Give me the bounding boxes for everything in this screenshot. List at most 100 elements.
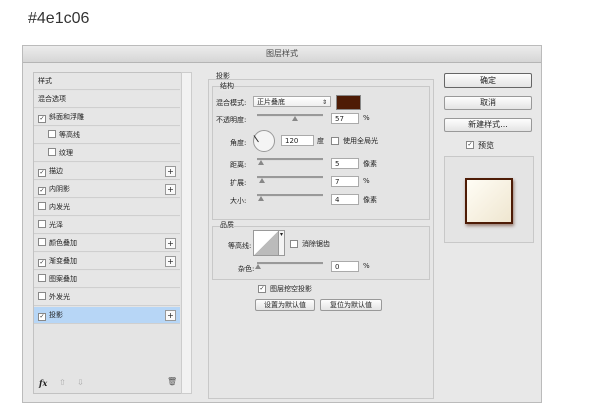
opacity-label: 不透明度: [216, 116, 247, 124]
distance-label: 距离: [230, 161, 247, 169]
style-checkbox[interactable]: ✓ [38, 187, 46, 195]
size-slider[interactable] [257, 194, 323, 197]
style-item[interactable]: 混合选项 [34, 91, 180, 108]
size-input[interactable]: 4 [331, 194, 359, 205]
style-checkbox[interactable] [38, 202, 46, 210]
style-item-label: 描边 [49, 167, 63, 175]
add-icon[interactable]: + [165, 256, 176, 267]
new-style-button[interactable]: 新建样式... [444, 118, 532, 132]
angle-unit: 度 [317, 137, 324, 145]
contour-label: 等高线: [228, 242, 252, 250]
style-item-label: 样式 [38, 77, 52, 85]
distance-slider[interactable] [257, 158, 323, 161]
add-icon[interactable]: + [165, 166, 176, 177]
style-item[interactable]: 外发光 [34, 289, 180, 306]
size-unit: 像素 [363, 196, 377, 204]
style-item-label: 外发光 [49, 293, 70, 301]
style-checkbox[interactable] [38, 274, 46, 282]
angle-input[interactable]: 120 [281, 135, 314, 146]
distance-slider-thumb[interactable] [258, 160, 264, 165]
style-item[interactable]: 内发光 [34, 199, 180, 216]
size-label: 大小: [230, 197, 247, 205]
noise-label: 杂色: [238, 265, 255, 273]
style-item-label: 渐变叠加 [49, 257, 77, 265]
spread-input[interactable]: 7 [331, 176, 359, 187]
global-light-checkbox[interactable] [331, 137, 339, 145]
distance-unit: 像素 [363, 160, 377, 168]
add-icon[interactable]: + [165, 310, 176, 321]
style-item[interactable]: ✓ 内阴影 + [34, 181, 180, 198]
layer-style-dialog: 图层样式 样式 混合选项 ✓ 斜面和浮雕 等高线 纹理 ✓ 描边 + ✓ 内阴影 + 内发光 光泽 颜色叠加… [22, 45, 542, 403]
style-item-label: 内阴影 [49, 185, 70, 193]
move-down-icon[interactable]: ⇩ [77, 378, 84, 387]
style-item[interactable]: 纹理 [34, 145, 180, 162]
opacity-input[interactable]: 57 [331, 113, 359, 124]
style-checkbox[interactable]: ✓ [38, 259, 46, 267]
style-checkbox[interactable] [48, 130, 56, 138]
size-slider-thumb[interactable] [258, 196, 264, 201]
style-item[interactable]: ✓ 斜面和浮雕 [34, 109, 180, 126]
style-checkbox[interactable] [38, 238, 46, 246]
list-footer: fx ⇧ ⇩ 🗑 [33, 376, 181, 392]
distance-input[interactable]: 5 [331, 158, 359, 169]
updown-icon: ⇕ [321, 99, 327, 106]
preview-box [444, 156, 534, 243]
style-checkbox[interactable] [38, 220, 46, 228]
style-item[interactable]: 图案叠加 [34, 271, 180, 288]
shadow-color-swatch[interactable] [336, 95, 361, 110]
angle-dial[interactable] [253, 130, 275, 152]
spread-unit: % [363, 177, 370, 185]
preview-checkbox[interactable]: ✓ [466, 141, 474, 149]
style-item-label: 混合选项 [38, 95, 66, 103]
noise-slider-thumb[interactable] [255, 264, 261, 269]
style-item[interactable]: 颜色叠加 + [34, 235, 180, 252]
style-item-label: 颜色叠加 [49, 239, 77, 247]
opacity-unit: % [363, 114, 370, 122]
style-item-label: 图案叠加 [49, 275, 77, 283]
angle-label: 角度: [230, 139, 247, 147]
trash-icon[interactable]: 🗑 [167, 377, 177, 386]
blend-mode-select[interactable]: 正片叠底 ⇕ [253, 96, 331, 107]
style-item[interactable]: 等高线 [34, 127, 180, 144]
style-item[interactable]: ✓ 投影 + [34, 307, 180, 324]
preview-label: 预览 [478, 141, 494, 150]
style-list: 样式 混合选项 ✓ 斜面和浮雕 等高线 纹理 ✓ 描边 + ✓ 内阴影 + 内发光 光泽 颜色叠加 + ✓ 渐变叠… [33, 72, 183, 394]
fx-button[interactable]: fx [39, 378, 47, 388]
set-default-button[interactable]: 设置为默认值 [255, 299, 315, 311]
style-checkbox[interactable]: ✓ [38, 169, 46, 177]
ok-button[interactable]: 确定 [444, 73, 532, 88]
opacity-slider-thumb[interactable] [291, 116, 298, 121]
style-item-label: 光泽 [49, 221, 63, 229]
structure-label: 结构 [220, 81, 234, 91]
antialias-checkbox[interactable] [290, 240, 298, 248]
noise-input[interactable]: 0 [331, 261, 359, 272]
style-item-label: 斜面和浮雕 [49, 113, 84, 121]
antialias-label: 消除锯齿 [302, 240, 330, 248]
style-item[interactable]: ✓ 描边 + [34, 163, 180, 180]
spread-slider-thumb[interactable] [259, 178, 265, 183]
move-up-icon[interactable]: ⇧ [59, 378, 66, 387]
spread-slider[interactable] [257, 176, 323, 179]
style-checkbox[interactable]: ✓ [38, 115, 46, 123]
style-item[interactable]: 光泽 [34, 217, 180, 234]
reset-default-button[interactable]: 复位为默认值 [320, 299, 382, 311]
quality-label: 品质 [220, 220, 234, 230]
angle-needle [253, 135, 259, 143]
contour-picker[interactable] [253, 230, 279, 256]
spread-label: 扩展: [230, 179, 247, 187]
style-item-label: 等高线 [59, 131, 80, 139]
add-icon[interactable]: + [165, 184, 176, 195]
opacity-slider[interactable] [257, 114, 323, 117]
cancel-button[interactable]: 取消 [444, 96, 532, 110]
scrollbar[interactable] [181, 72, 192, 394]
style-checkbox[interactable] [48, 148, 56, 156]
style-checkbox[interactable] [38, 292, 46, 300]
style-item[interactable]: 样式 [34, 73, 180, 90]
knockout-checkbox[interactable]: ✓ [258, 285, 266, 293]
style-checkbox[interactable]: ✓ [38, 313, 46, 321]
blend-mode-label: 混合模式: [216, 99, 247, 107]
contour-dropdown-icon[interactable]: ▾ [278, 230, 285, 256]
noise-slider[interactable] [257, 262, 323, 265]
style-item[interactable]: ✓ 渐变叠加 + [34, 253, 180, 270]
add-icon[interactable]: + [165, 238, 176, 249]
